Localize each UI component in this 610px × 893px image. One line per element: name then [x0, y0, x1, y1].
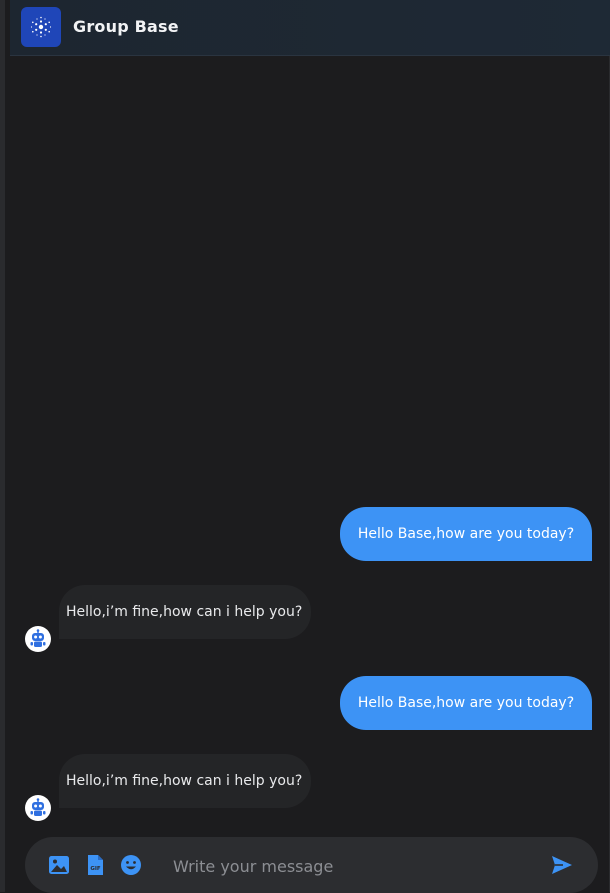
message-text: Hello,i’m fine,how can i help you?	[66, 773, 303, 789]
svg-text:GIF: GIF	[90, 866, 101, 872]
message-input[interactable]	[171, 851, 535, 881]
user-message-bubble: Hello Base,how are you today?	[340, 676, 592, 730]
image-icon[interactable]	[47, 853, 71, 877]
chat-window: Group Base Hello Base,how are you today?…	[0, 0, 610, 893]
robot-icon	[25, 795, 51, 821]
chat-title: Group Base	[73, 17, 179, 36]
message-text: Hello Base,how are you today?	[357, 526, 575, 542]
user-message-bubble: Hello Base,how are you today?	[340, 507, 592, 561]
message-composer: GIF	[25, 837, 598, 893]
chat-header: Group Base	[10, 0, 610, 56]
emoji-icon[interactable]	[119, 853, 143, 877]
bot-message-bubble: Hello,i’m fine,how can i help you?	[59, 585, 311, 639]
bot-message-bubble: Hello,i’m fine,how can i help you?	[59, 754, 311, 808]
cardano-logo-icon	[21, 7, 61, 47]
send-icon[interactable]	[550, 853, 574, 877]
message-text: Hello,i’m fine,how can i help you?	[66, 604, 303, 620]
robot-icon	[25, 626, 51, 652]
message-text: Hello Base,how are you today?	[357, 695, 575, 711]
gif-icon[interactable]: GIF	[83, 853, 107, 877]
